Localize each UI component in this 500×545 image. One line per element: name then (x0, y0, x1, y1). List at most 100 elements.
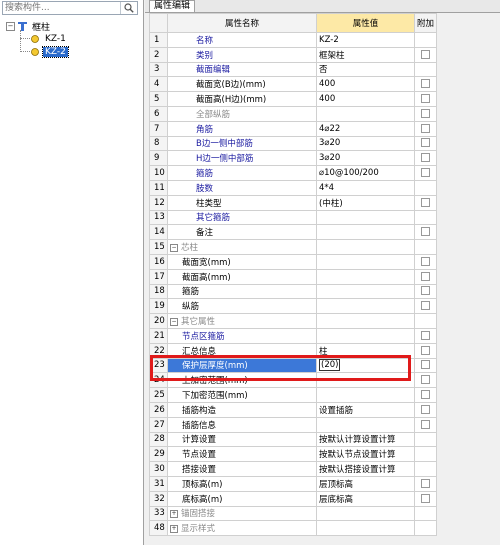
property-value[interactable] (316, 327, 415, 344)
property-row[interactable]: 22 汇总信息 柱 (149, 342, 437, 359)
property-row[interactable]: 30 搭接设置 按默认搭接设置计算 (149, 461, 437, 477)
property-value[interactable]: 按默认节点设置计算 (316, 446, 415, 463)
extra-checkbox[interactable] (421, 168, 430, 178)
property-row[interactable]: 24 上加密范围(mm) (149, 372, 437, 389)
property-row[interactable]: 10 箍筋 ⌀10@100/200 (149, 165, 437, 181)
property-row[interactable]: 26 插筋构造 设置插筋 (149, 401, 437, 418)
property-row[interactable]: 17 截面高(mm) (149, 268, 437, 285)
extra-checkbox[interactable] (421, 493, 430, 503)
extra-checkbox[interactable] (421, 256, 430, 266)
property-value[interactable] (316, 298, 415, 315)
collapse-toggle[interactable]: − (170, 317, 178, 326)
property-value[interactable]: 4*4 (316, 179, 415, 196)
property-row[interactable]: 12 柱类型 (中柱) (149, 194, 437, 211)
property-value[interactable] (316, 372, 415, 389)
property-value[interactable] (316, 268, 415, 285)
extra-checkbox[interactable] (421, 94, 430, 104)
property-value[interactable] (316, 313, 415, 329)
extra-checkbox[interactable] (421, 404, 430, 414)
property-value[interactable] (316, 253, 415, 270)
expand-toggle[interactable]: + (170, 509, 178, 518)
search-input[interactable] (3, 2, 125, 14)
property-value[interactable]: ⌀10@100/200 (316, 165, 415, 181)
extra-checkbox[interactable] (421, 390, 430, 400)
property-row[interactable]: 27 插筋信息 (149, 416, 437, 433)
property-value[interactable] (316, 505, 415, 522)
extra-checkbox[interactable] (421, 286, 430, 296)
property-row[interactable]: 21 节点区箍筋 (149, 327, 437, 344)
property-row[interactable]: 28 计算设置 按默认计算设置计算 (149, 431, 437, 448)
property-value[interactable]: 400 (316, 76, 415, 93)
property-value[interactable]: 按默认计算设置计算 (316, 431, 415, 448)
property-value[interactable] (316, 209, 415, 226)
property-value[interactable]: KZ-2 (316, 32, 415, 48)
property-row[interactable]: 15− 芯柱 (149, 239, 437, 255)
property-row[interactable]: 7 角筋 4⌀22 (149, 120, 437, 137)
property-value[interactable] (316, 224, 415, 241)
extra-checkbox[interactable] (421, 197, 430, 207)
property-value[interactable] (316, 105, 415, 122)
property-row[interactable]: 48 + 显示样式 (149, 520, 437, 537)
property-value[interactable]: 3⌀20 (316, 150, 415, 167)
property-row[interactable]: 13 其它箍筋 (149, 209, 437, 226)
property-row[interactable]: 11 肢数 4*4 (149, 179, 437, 196)
extra-checkbox[interactable] (421, 419, 430, 429)
column-header-extra[interactable]: 附加 (414, 13, 437, 33)
property-row[interactable]: 1 名称 KZ-2 (149, 32, 437, 48)
search-button[interactable] (120, 2, 137, 14)
property-value[interactable] (316, 387, 415, 403)
property-value[interactable]: 400 (316, 91, 415, 107)
tree-node-kz2[interactable]: KZ-2 (30, 45, 69, 58)
expand-toggle[interactable]: + (170, 524, 178, 533)
property-value[interactable] (316, 239, 415, 255)
column-header-name[interactable]: 属性名称 (167, 13, 317, 33)
extra-checkbox[interactable] (421, 301, 430, 311)
tab-property-edit[interactable]: 属性编辑 (149, 0, 196, 12)
property-value[interactable] (316, 520, 415, 537)
extra-checkbox[interactable] (421, 49, 430, 59)
extra-checkbox[interactable] (421, 79, 430, 89)
property-row[interactable]: 33 + 锚固搭接 (149, 505, 437, 522)
property-value[interactable]: 按默认搭接设置计算 (316, 461, 415, 477)
property-value[interactable] (316, 283, 415, 300)
property-value[interactable]: 设置插筋 (316, 401, 415, 418)
property-row[interactable]: 9 H边一侧中部筋 3⌀20 (149, 150, 437, 167)
property-row[interactable]: 20− 其它属性 (149, 313, 437, 329)
value-edit-field[interactable]: (20) (319, 359, 341, 372)
property-value[interactable]: (20) (316, 357, 415, 374)
extra-checkbox[interactable] (421, 271, 430, 281)
property-row[interactable]: 8 B边一侧中部筋 3⌀20 (149, 135, 437, 152)
property-value[interactable]: 4⌀22 (316, 120, 415, 137)
property-value[interactable]: 柱 (316, 342, 415, 359)
property-row[interactable]: 16 截面宽(mm) (149, 253, 437, 270)
extra-checkbox[interactable] (421, 375, 430, 385)
extra-checkbox[interactable] (421, 360, 430, 370)
property-row[interactable]: 3 截面编辑 否 (149, 61, 437, 78)
property-value[interactable]: (中柱) (316, 194, 415, 211)
property-value[interactable] (316, 416, 415, 433)
property-row[interactable]: 18 箍筋 (149, 283, 437, 300)
extra-checkbox[interactable] (421, 138, 430, 148)
property-row[interactable]: 2 类别 框架柱 (149, 46, 437, 63)
property-value[interactable]: 层顶标高 (316, 475, 415, 492)
property-row[interactable]: 6 全部纵筋 (149, 105, 437, 122)
extra-checkbox[interactable] (421, 478, 430, 488)
property-value[interactable]: 层底标高 (316, 490, 415, 507)
extra-checkbox[interactable] (421, 345, 430, 355)
extra-checkbox[interactable] (421, 123, 430, 133)
property-value[interactable]: 框架柱 (316, 46, 415, 63)
tree-node-kz1[interactable]: KZ-1 (30, 32, 68, 45)
property-row[interactable]: 29 节点设置 按默认节点设置计算 (149, 446, 437, 463)
extra-checkbox[interactable] (421, 227, 430, 237)
property-value[interactable]: 否 (316, 61, 415, 78)
collapse-toggle[interactable]: − (6, 22, 15, 31)
property-row[interactable]: 25 下加密范围(mm) (149, 387, 437, 403)
property-row[interactable]: 19 纵筋 (149, 298, 437, 315)
property-row[interactable]: 14 备注 (149, 224, 437, 241)
column-header-value[interactable]: 属性值 (316, 13, 415, 33)
property-row[interactable]: 32 底标高(m) 层底标高 (149, 490, 437, 507)
property-row[interactable]: 4 截面宽(B边)(mm) 400 (149, 76, 437, 93)
extra-checkbox[interactable] (421, 153, 430, 163)
property-row[interactable]: 23 保护层厚度(mm) (20) (149, 357, 437, 374)
extra-checkbox[interactable] (421, 108, 430, 118)
